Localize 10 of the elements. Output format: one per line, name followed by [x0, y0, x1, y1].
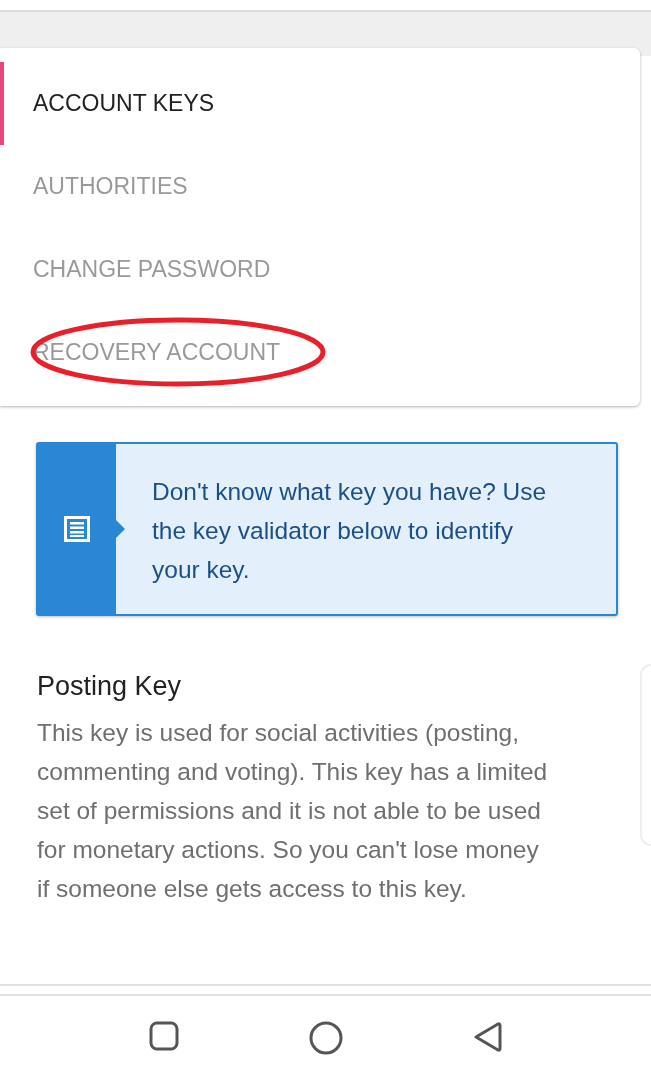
document-icon	[62, 514, 92, 544]
info-text: Don't know what key you have? Use the key validator below to identify your key.	[152, 477, 548, 585]
tab[interactable]: CHANGE PASSWORD	[0, 228, 640, 311]
home-icon[interactable]	[308, 1021, 343, 1055]
section-description: This key is used for social activities (posting, commenting and voting). This key has a limited set of permissions and it is not able to be used for monetary actions. So you can't lose money if someone else gets access to this key.	[37, 717, 549, 904]
section-title: Posting Key	[37, 670, 183, 703]
tab[interactable]: ACCOUNT KEYS	[0, 62, 640, 145]
back-icon[interactable]	[472, 1021, 503, 1053]
recents-icon[interactable]	[148, 1021, 179, 1051]
tab[interactable]: AUTHORITIES	[0, 145, 640, 228]
